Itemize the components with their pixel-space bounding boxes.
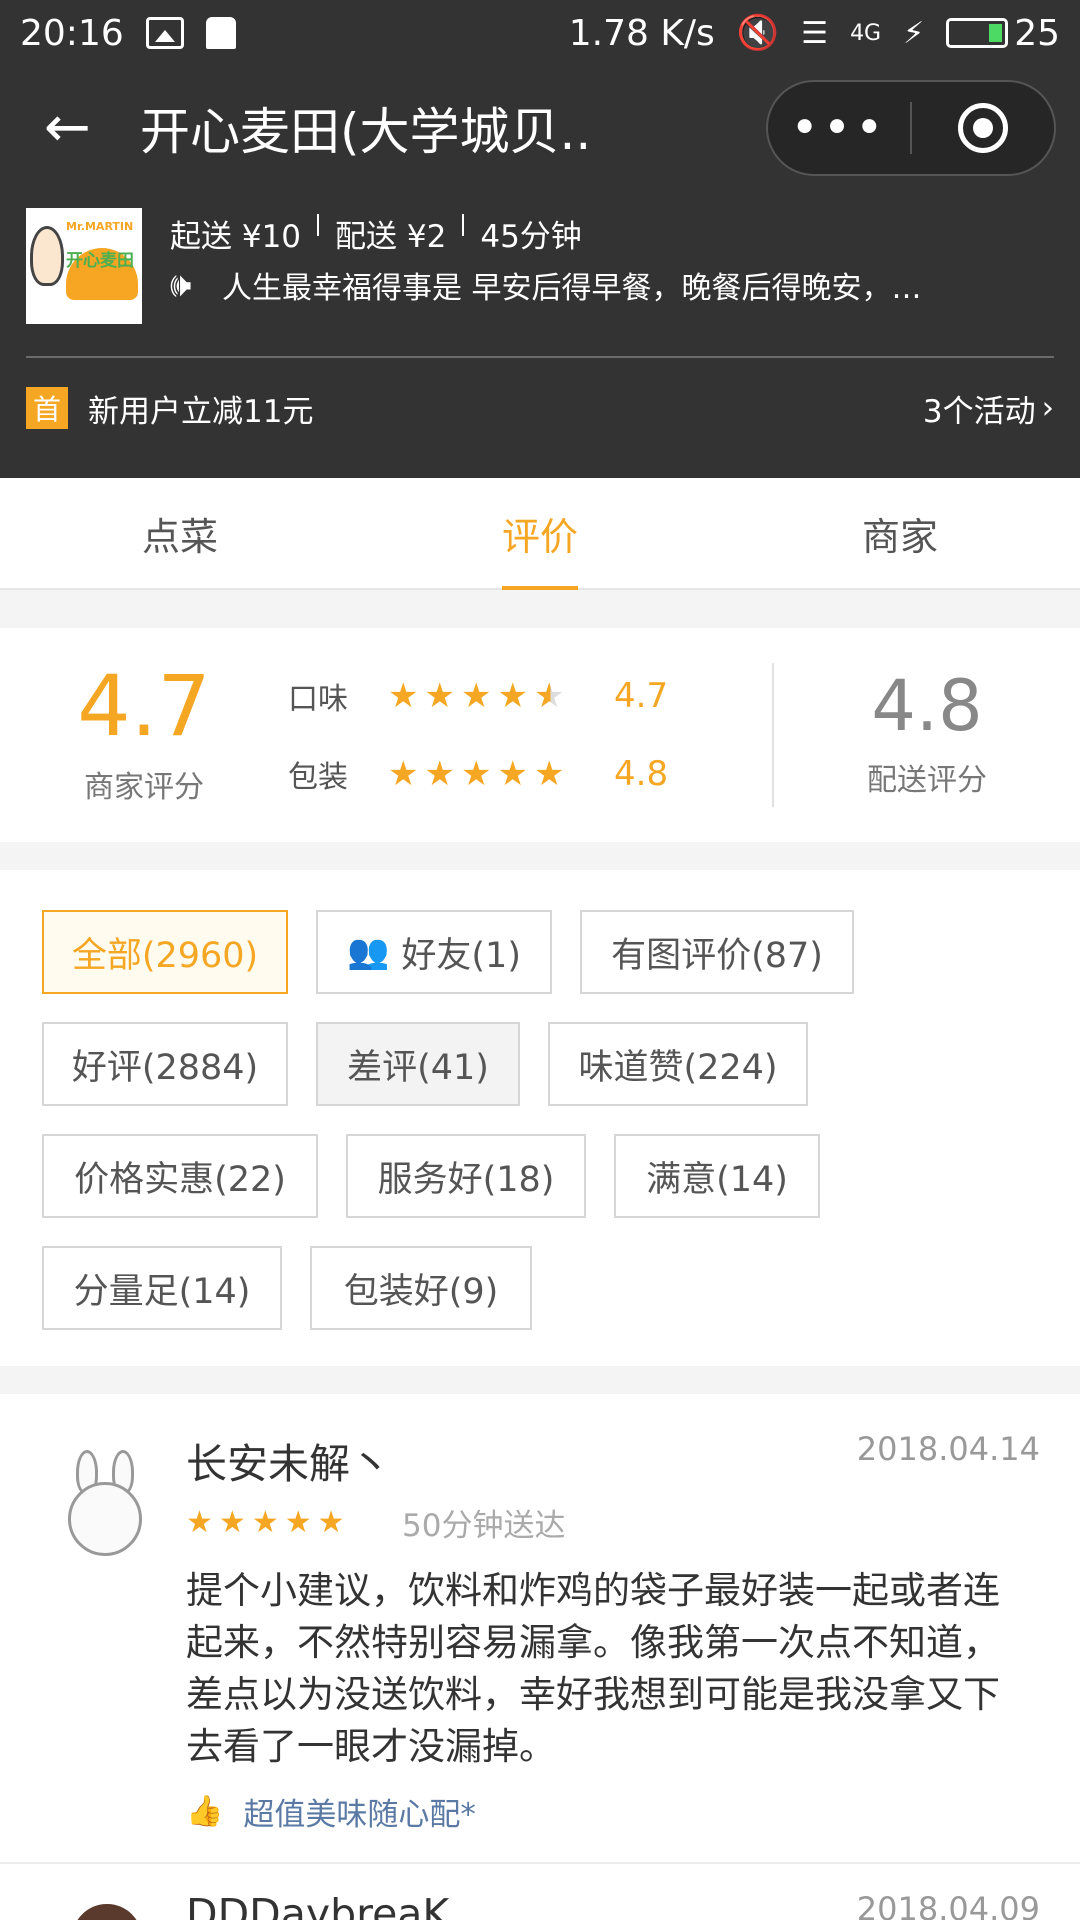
delivery-info: 起送 ¥10 配送 ¥2 45分钟 [170, 206, 1054, 260]
reviewer-name: 长安未解丶 [186, 1440, 391, 1488]
data-sync-icon: ☰ [801, 15, 829, 51]
reviewer-name: DDDaybreaK [186, 1890, 450, 1920]
star-icon: ★ [388, 676, 419, 716]
avatar[interactable] [50, 1450, 160, 1560]
star-icon: ★ [284, 1505, 312, 1540]
merchant-score: 4.7 [77, 657, 211, 755]
filter-satisfied[interactable]: 满意(14) [614, 1134, 820, 1218]
packaging-value: 4.8 [614, 754, 669, 794]
merchant-score-label: 商家评分 [84, 770, 204, 805]
star-icon: ★ [251, 1505, 279, 1540]
app-screen: { "status_bar": { "time": "20:16", "net_… [0, 0, 1080, 1920]
review-date: 2018.04.09 [856, 1890, 1040, 1920]
review-delivery-time: 50分钟送达 [402, 1508, 566, 1544]
charging-icon: ⚡ [903, 15, 925, 51]
avatar[interactable] [50, 1890, 160, 1920]
half-star-icon: ★ [533, 676, 565, 716]
delivery-fee: 配送 ¥2 [335, 218, 447, 255]
filter-friends[interactable]: 👥 好友(1) [316, 910, 552, 994]
battery-level: 25 [1014, 12, 1060, 54]
star-icon: ★ [460, 754, 492, 794]
liked-dish[interactable]: 👍 超值美味随心配* [186, 1789, 1040, 1834]
delivery-time: 45分钟 [480, 218, 582, 255]
packaging-rating: 包装 ★ ★ ★ ★ ★ 4.8 [288, 735, 772, 813]
notice-text: 人生最幸福得事是 早安后得早餐，晚餐后得晚安，… [222, 271, 922, 306]
filter-generous-portion[interactable]: 分量足(14) [42, 1246, 282, 1330]
liked-dish-name: 超值美味随心配* [243, 1797, 476, 1833]
store-header: 20:16 1.78 K/s 🔇 ☰ 4G ⚡ 25 ← 开心麦田(大学城贝..… [0, 0, 1080, 478]
star-icon: ★ [388, 754, 419, 794]
star-icon: ★ [317, 1505, 345, 1540]
review-item[interactable]: 长安未解丶 2018.04.14 ★ ★ ★ ★ ★ 50分钟送达 提个小建议，饮料和炸… [0, 1394, 1080, 1864]
rating-summary: 4.7 商家评分 口味 ★ ★ ★ ★ ★ 4.7 包装 ★ ★ ★ ★ ★ 4.8 4.8 配… [0, 628, 1080, 842]
taste-label: 口味 [288, 682, 348, 717]
first-order-badge: 首 [26, 387, 68, 429]
tab-menu[interactable]: 点菜 [0, 478, 360, 588]
status-bar: 20:16 1.78 K/s 🔇 ☰ 4G ⚡ 25 [0, 0, 1080, 66]
shopping-bag-icon [205, 17, 236, 49]
promo-text: 新用户立减11元 [88, 393, 314, 430]
filter-good-service[interactable]: 服务好(18) [346, 1134, 586, 1218]
shop-summary: Mr.MARTIN 开心麦田 起送 ¥10 配送 ¥2 45分钟 🕪 人生最幸福… [0, 190, 1080, 458]
battery-icon: 25 [946, 13, 1060, 54]
tab-merchant[interactable]: 商家 [720, 478, 1080, 588]
review-stars: ★ ★ ★ ★ ★ [186, 1505, 396, 1540]
star-icon: ★ [533, 754, 565, 794]
taste-rating: 口味 ★ ★ ★ ★ ★ 4.7 [288, 657, 772, 735]
filter-positive[interactable]: 好评(2884) [42, 1022, 288, 1106]
review-item[interactable]: DDDaybreaK 2018.04.09 [0, 1864, 1080, 1920]
filter-friends-label: 好友(1) [401, 935, 521, 976]
signal-label: 4G [850, 20, 882, 46]
tab-bar: 点菜 评价 商家 [0, 478, 1080, 590]
shop-notice[interactable]: 🕪 人生最幸福得事是 早安后得早餐，晚餐后得晚安，… [170, 260, 1054, 310]
star-icon: ★ [460, 676, 492, 716]
review-date: 2018.04.14 [856, 1430, 1040, 1468]
chevron-right-icon: › [1041, 390, 1054, 426]
review-filter-tags: 全部(2960) 👥 好友(1) 有图评价(87) 好评(2884) 差评(41… [0, 870, 1080, 1366]
mute-icon: 🔇 [736, 13, 780, 53]
star-icon: ★ [186, 1505, 213, 1540]
tab-reviews[interactable]: 评价 [360, 478, 720, 590]
promo-bar[interactable]: 首 新用户立减11元 3个活动 › [26, 358, 1054, 458]
clock: 20:16 [20, 12, 124, 54]
thumbs-up-icon: 👍 [186, 1794, 224, 1829]
target-icon [958, 103, 1008, 153]
filter-good-packaging[interactable]: 包装好(9) [310, 1246, 532, 1330]
star-icon: ★ [424, 676, 455, 716]
review-list: 长安未解丶 2018.04.14 ★ ★ ★ ★ ★ 50分钟送达 提个小建议，饮料和炸… [0, 1394, 1080, 1920]
activities-link[interactable]: 3个活动 [923, 386, 1036, 431]
min-order: 起送 ¥10 [170, 218, 302, 255]
network-speed: 1.78 K/s [568, 12, 715, 54]
taste-value: 4.7 [614, 676, 669, 716]
filter-good-price[interactable]: 价格实惠(22) [42, 1134, 318, 1218]
star-icon: ★ [497, 754, 528, 794]
star-icon: ★ [424, 754, 455, 794]
delivery-score: 4.8 [871, 665, 983, 747]
filter-all[interactable]: 全部(2960) [42, 910, 288, 994]
review-text: 提个小建议，饮料和炸鸡的袋子最好装一起或者连起来，不然特别容易漏拿。像我第一次点… [186, 1569, 1000, 1768]
star-icon: ★ [497, 676, 528, 716]
more-options-icon[interactable]: ••• [768, 104, 910, 152]
filter-with-photos[interactable]: 有图评价(87) [580, 910, 854, 994]
filter-negative[interactable]: 差评(41) [316, 1022, 520, 1106]
filter-tasty[interactable]: 味道赞(224) [548, 1022, 808, 1106]
shop-logo: Mr.MARTIN 开心麦田 [26, 208, 142, 324]
page-title: 开心麦田(大学城贝.. [140, 103, 592, 161]
back-arrow-icon[interactable]: ← [44, 100, 114, 156]
packaging-label: 包装 [288, 760, 348, 795]
star-icon: ★ [218, 1505, 246, 1540]
delivery-score-label: 配送评分 [867, 763, 987, 798]
mini-program-capsule: ••• [766, 80, 1056, 176]
title-bar: ← 开心麦田(大学城贝.. ••• [0, 66, 1080, 190]
friends-icon: 👥 [347, 932, 390, 972]
packaging-stars: ★ ★ ★ ★ ★ [388, 754, 606, 794]
close-mini-program-button[interactable] [912, 103, 1054, 153]
image-notification-icon [145, 17, 184, 49]
speaker-icon: 🕪 [170, 265, 192, 305]
taste-stars: ★ ★ ★ ★ ★ [388, 676, 606, 716]
